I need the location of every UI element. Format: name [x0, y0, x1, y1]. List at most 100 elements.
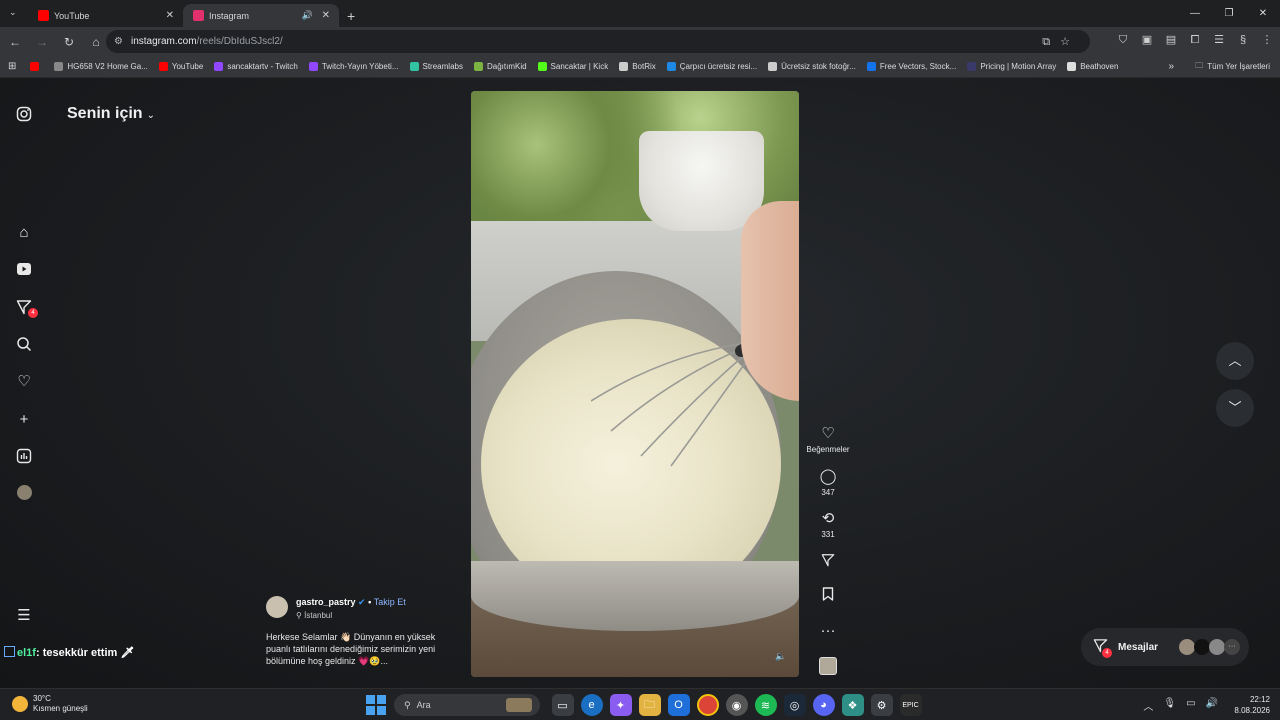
address-bar[interactable]: ⚙ instagram.com/reels/DbIduSJscl2/ ⧉☆ — [106, 30, 1090, 53]
bookmark-star-icon[interactable]: ⧉☆ — [1042, 35, 1080, 49]
tab-instagram[interactable]: Instagram 🔊 ✕ — [183, 4, 339, 27]
bookmark-item[interactable]: Free Vectors, Stock... — [866, 62, 956, 71]
chevron-up-icon: ︿ — [1228, 353, 1242, 368]
youtube-icon — [158, 62, 168, 71]
discord-icon[interactable]: ◕ — [812, 694, 835, 716]
bookmark-item[interactable]: Çarpıcı ücretsiz resi... — [666, 62, 757, 71]
apps-grid-icon[interactable]: ⊞ — [8, 61, 16, 72]
taskbar-clock[interactable]: 22:12 8.08.2026 — [1234, 694, 1270, 716]
forward-icon[interactable]: → — [30, 35, 54, 49]
like-label: Beğenmeler — [806, 445, 850, 454]
reel-caption[interactable]: Herkese Selamlar 👋🏻 Dünyanın en yüksek p… — [266, 631, 456, 667]
menu-hamburger-icon[interactable]: ☰ — [15, 607, 33, 625]
tab-search-icon[interactable]: ⌄ — [9, 7, 17, 18]
verified-badge-icon: ✔ — [358, 597, 366, 607]
more-options-button[interactable]: ··· — [806, 622, 850, 640]
taskbar-search[interactable]: ⚲ Ara — [394, 694, 540, 716]
bookmark-item[interactable]: sancaktartv - Twitch — [214, 62, 298, 71]
reels-icon[interactable] — [15, 261, 33, 279]
chrome-icon[interactable] — [696, 694, 719, 716]
insights-icon[interactable] — [15, 448, 33, 466]
file-explorer-icon[interactable]: 🗀 — [638, 694, 661, 716]
bookmark-icon — [806, 587, 850, 606]
bookmark-item[interactable]: Pricing | Motion Array — [967, 62, 1056, 71]
tab-youtube[interactable]: YouTube ✕ — [28, 4, 183, 27]
minimize-icon[interactable]: — — [1178, 0, 1212, 27]
freepik-icon — [866, 62, 876, 71]
heart-icon[interactable]: ♡ — [15, 373, 33, 391]
epic-games-icon[interactable]: EPIC — [899, 694, 922, 716]
messages-button[interactable]: 4 Mesajlar ··· — [1081, 628, 1249, 666]
bookmark-item[interactable]: BotRix — [619, 62, 656, 71]
feed-selector[interactable]: Senin için ⌄ — [67, 105, 155, 123]
menu-icon[interactable]: ⋮ — [1260, 33, 1274, 47]
copilot-icon[interactable]: ✦ — [609, 694, 632, 716]
comment-button[interactable]: ◯ 347 — [806, 468, 850, 497]
bookmark-item[interactable]: Sancaktar | Kick — [537, 62, 608, 71]
puzzle-icon[interactable]: ⧠ — [1188, 33, 1202, 47]
close-tab-icon[interactable]: ✕ — [322, 10, 330, 21]
home-icon[interactable]: ⌂ — [84, 35, 108, 49]
back-icon[interactable]: ← — [3, 35, 27, 49]
reload-icon[interactable]: ↻ — [57, 35, 81, 49]
audio-playing-icon[interactable]: 🔊 — [302, 10, 313, 21]
location[interactable]: ⚲ İstanbul — [296, 611, 332, 620]
tab-title: YouTube — [54, 10, 90, 21]
bookmark-item[interactable] — [30, 62, 43, 71]
search-placeholder: Ara — [416, 700, 431, 710]
dagitim-icon — [473, 62, 483, 71]
bookmark-item[interactable]: HG658 V2 Home Ga... — [54, 62, 148, 71]
audio-thumbnail[interactable] — [819, 657, 837, 675]
create-plus-icon[interactable]: + — [15, 411, 33, 429]
app-icon[interactable]: ❖ — [841, 694, 864, 716]
edge-icon[interactable]: e — [580, 694, 603, 716]
extension-icon[interactable]: ▣ — [1140, 33, 1154, 47]
task-view-icon[interactable]: ▭ — [551, 694, 574, 716]
author-username[interactable]: gastro_pastry — [296, 597, 356, 607]
next-reel-button[interactable]: ﹀ — [1216, 389, 1254, 427]
tray-overflow-icon[interactable]: ︿ — [1143, 698, 1153, 713]
extension-icon[interactable]: ▤ — [1164, 33, 1178, 47]
all-bookmarks-button[interactable]: 🗀 Tüm Yer İşaretleri — [1195, 60, 1270, 74]
follow-button[interactable]: Takip Et — [374, 597, 406, 607]
bookmark-item[interactable]: Streamlabs — [409, 62, 463, 71]
browser-toolbar: ← → ↻ ⌂ ⚙ instagram.com/reels/DbIduSJscl… — [0, 27, 1280, 56]
media-control-icon[interactable]: ☰ — [1212, 33, 1226, 47]
save-button[interactable] — [806, 587, 850, 606]
settings-gear-icon[interactable]: ⚙ — [870, 694, 893, 716]
steam-icon[interactable]: ◎ — [783, 694, 806, 716]
spotify-icon[interactable]: ≋ — [754, 694, 777, 716]
more-bookmarks-icon[interactable]: » — [1168, 61, 1174, 72]
maximize-icon[interactable]: ❐ — [1212, 0, 1246, 27]
close-window-icon[interactable]: ✕ — [1246, 0, 1280, 27]
outlook-icon[interactable]: O — [667, 694, 690, 716]
previous-reel-button[interactable]: ︿ — [1216, 342, 1254, 380]
bookmark-item[interactable]: YouTube — [158, 62, 203, 71]
obs-icon[interactable]: ◉ — [725, 694, 748, 716]
author-avatar[interactable] — [266, 596, 288, 618]
repost-button[interactable]: ⟲ 331 — [806, 510, 850, 539]
search-icon[interactable] — [15, 336, 33, 354]
bookmark-item[interactable]: Twitch-Yayın Yöbeti... — [308, 62, 399, 71]
instagram-logo-icon[interactable] — [15, 106, 33, 124]
bookmark-item[interactable]: Ücretsiz stok fotoğr... — [768, 62, 856, 71]
reel-video[interactable] — [471, 91, 799, 677]
network-icon[interactable]: ▭ — [1186, 698, 1195, 713]
volume-icon[interactable]: 🔊 — [1206, 698, 1218, 713]
windows-taskbar: 30°C Kısmen güneşli ⚲ Ara ▭ e ✦ 🗀 O ◉ ≋ … — [0, 688, 1280, 720]
share-button[interactable] — [806, 553, 850, 572]
microphone-icon[interactable]: 🎙 — [1163, 698, 1176, 713]
like-button[interactable]: ♡ Beğenmeler — [806, 425, 850, 454]
profile-icon[interactable]: § — [1236, 33, 1250, 47]
mute-toggle-icon[interactable]: 🔈 — [775, 651, 786, 662]
site-info-icon[interactable]: ⚙ — [114, 36, 123, 47]
bookmark-item[interactable]: DağıtımKid — [473, 62, 527, 71]
home-icon[interactable]: ⌂ — [15, 224, 33, 242]
shield-icon[interactable]: ⛉ — [1116, 33, 1130, 47]
close-tab-icon[interactable]: ✕ — [166, 10, 174, 21]
profile-avatar[interactable] — [15, 485, 33, 503]
weather-widget[interactable]: 30°C Kısmen güneşli — [12, 694, 88, 714]
bookmark-item[interactable]: Beathoven — [1067, 62, 1118, 71]
windows-start-icon[interactable] — [366, 695, 386, 715]
new-tab-button[interactable]: + — [347, 4, 355, 27]
